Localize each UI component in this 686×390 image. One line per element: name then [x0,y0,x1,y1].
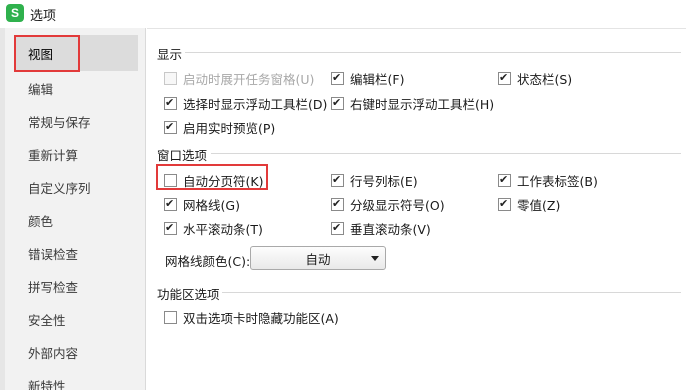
title-bar: S 选项 [0,0,686,26]
gridline-color-dropdown[interactable]: 自动 [250,246,386,270]
sidebar-item-edit[interactable]: 编辑 [28,79,53,98]
sidebar-item-spelling[interactable]: 拼写检查 [28,277,78,296]
checkbox[interactable] [331,221,344,235]
section-title-display: 显示 [157,47,183,62]
sidebar-item-colors[interactable]: 颜色 [28,211,53,230]
app-logo-icon: S [6,4,24,22]
gridline-color-value: 自动 [305,251,331,267]
option-live-preview[interactable]: 启用实时预览(P) [164,118,275,137]
checkbox[interactable] [498,71,511,85]
option-sheet-tabs[interactable]: 工作表标签(B) [498,171,598,190]
checkbox[interactable] [331,197,344,211]
checkbox[interactable] [331,173,344,187]
option-horizontal-scrollbar[interactable]: 水平滚动条(T) [164,219,263,238]
dropdown-arrow-icon [371,256,379,261]
section-divider [222,292,681,293]
section-divider [185,52,681,53]
sidebar-item-recalculate[interactable]: 重新计算 [28,145,78,164]
checkbox[interactable] [331,96,344,110]
option-float-toolbar-rightclick[interactable]: 右键时显示浮动工具栏(H) [331,94,494,113]
section-title-window-options: 窗口选项 [157,148,208,163]
sidebar-item-error-checking[interactable]: 错误检查 [28,244,78,263]
checkbox[interactable] [164,72,177,85]
option-formula-bar[interactable]: 编辑栏(F) [331,69,404,88]
gridline-color-label: 网格线颜色(C): [165,254,251,269]
checkbox[interactable] [498,197,511,211]
option-status-bar[interactable]: 状态栏(S) [498,69,572,88]
checkbox[interactable] [164,221,177,235]
checkbox[interactable] [498,173,511,187]
option-hide-ribbon-dblclick[interactable]: 双击选项卡时隐藏功能区(A) [164,308,339,327]
highlight-box-page-breaks [156,164,268,190]
highlight-box-view [14,35,80,72]
option-row-col-headers[interactable]: 行号列标(E) [331,171,418,190]
sidebar-edge [0,28,5,390]
option-outline-symbols[interactable]: 分级显示符号(O) [331,195,445,214]
checkbox[interactable] [164,197,177,211]
window-title: 选项 [30,9,57,24]
option-gridlines[interactable]: 网格线(G) [164,195,240,214]
option-expand-task-pane[interactable]: 启动时展开任务窗格(U) [164,69,314,88]
checkbox[interactable] [164,96,177,110]
section-title-ribbon: 功能区选项 [157,287,220,302]
sidebar-item-security[interactable]: 安全性 [28,310,66,329]
sidebar-item-external-content[interactable]: 外部内容 [28,343,78,362]
option-float-toolbar-select[interactable]: 选择时显示浮动工具栏(D) [164,94,327,113]
checkbox[interactable] [331,71,344,85]
option-zero-values[interactable]: 零值(Z) [498,195,560,214]
checkbox[interactable] [164,311,177,324]
sidebar-item-general-save[interactable]: 常规与保存 [28,112,91,131]
sidebar [0,28,146,390]
section-divider [211,153,681,154]
option-vertical-scrollbar[interactable]: 垂直滚动条(V) [331,219,431,238]
sidebar-item-new-features[interactable]: 新特性 [28,376,66,390]
sidebar-item-custom-lists[interactable]: 自定义序列 [28,178,91,197]
checkbox[interactable] [164,120,177,134]
